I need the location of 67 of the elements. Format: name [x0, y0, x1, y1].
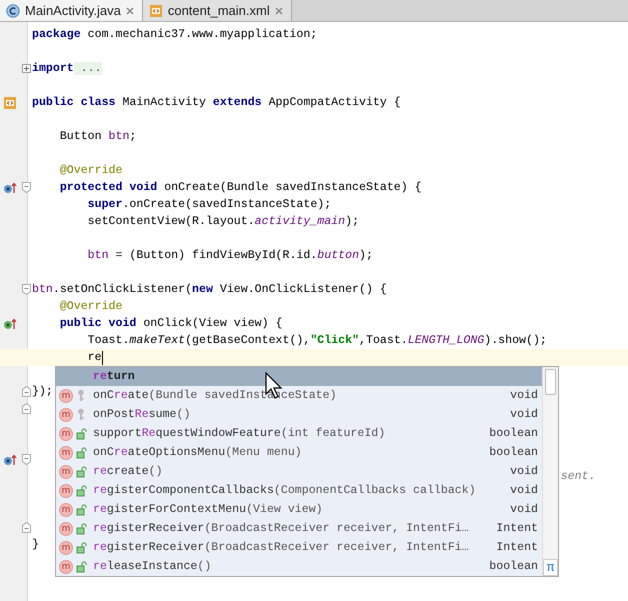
- code-line: Toast.makeText(getBaseContext(),"Click",Toast.LENGTH_LONG).show();: [88, 334, 547, 347]
- scrollbar-thumb[interactable]: [545, 369, 556, 395]
- code-line: });: [32, 385, 53, 398]
- layout-file-icon: [148, 4, 163, 18]
- expand-fold-icon[interactable]: [22, 64, 30, 73]
- method-icon: m: [59, 446, 73, 460]
- code-line: @Override: [60, 300, 122, 313]
- code-line: super.onCreate(savedInstanceState);: [88, 198, 332, 211]
- unlocked-padlock-icon: [76, 522, 87, 534]
- completion-item[interactable]: return: [56, 367, 542, 386]
- method-icon: m: [59, 408, 73, 422]
- code-line: Button btn;: [60, 130, 136, 143]
- completion-item[interactable]: m supportRequestWindowFeature(int featureId) boolean: [56, 424, 542, 443]
- override-method-icon[interactable]: [3, 454, 17, 466]
- code-line: package com.mechanic37.www.myapplication;: [32, 28, 318, 41]
- layout-file-icon[interactable]: [3, 96, 17, 110]
- key-icon: [76, 389, 86, 402]
- completion-item[interactable]: m registerReceiver(BroadcastReceiver receiver, IntentFi… Intent: [56, 519, 542, 538]
- unlocked-padlock-icon: [76, 466, 87, 478]
- method-icon: m: [59, 560, 73, 574]
- method-icon: m: [59, 426, 73, 440]
- method-icon: m: [59, 502, 73, 516]
- code-line: protected void onCreate(Bundle savedInstanceState) {: [60, 181, 422, 194]
- code-line: setContentView(R.layout.activity_main);: [88, 215, 360, 228]
- code-line: public class MainActivity extends AppCompatActivity {: [32, 96, 401, 109]
- unlocked-padlock-icon: [76, 484, 87, 496]
- code-line: }: [32, 538, 39, 551]
- code-line: public void onClick(View view) {: [60, 317, 282, 330]
- fold-end-icon[interactable]: [22, 386, 30, 397]
- method-icon: m: [59, 388, 73, 402]
- completion-item[interactable]: m recreate() void: [56, 462, 542, 481]
- completion-item[interactable]: m registerForContextMenu(View view) void: [56, 500, 542, 519]
- code-line: import ...: [32, 62, 102, 75]
- method-icon: m: [59, 522, 73, 536]
- override-method-icon[interactable]: [3, 182, 17, 194]
- pi-button[interactable]: π: [543, 559, 558, 576]
- key-icon: [76, 408, 86, 421]
- completion-item[interactable]: m onCreateOptionsMenu(Menu menu) boolean: [56, 443, 542, 462]
- method-icon: m: [59, 540, 73, 554]
- unlocked-padlock-icon: [76, 504, 87, 516]
- collapse-fold-icon[interactable]: [22, 284, 30, 295]
- code-line: btn = (Button) findViewById(R.id.button);: [88, 249, 373, 262]
- text-caret: [102, 350, 104, 364]
- unlocked-padlock-icon: [76, 542, 87, 554]
- editor-tab[interactable]: MainActivity.java: [0, 0, 143, 21]
- completion-item[interactable]: m registerComponentCallbacks(ComponentCallbacks callback) void: [56, 481, 542, 500]
- editor-tab[interactable]: content_main.xml: [142, 0, 292, 21]
- implement-method-icon[interactable]: [3, 318, 17, 330]
- completion-item[interactable]: m registerReceiver(BroadcastReceiver receiver, IntentFi… Intent: [56, 538, 542, 557]
- code-line: re: [88, 351, 102, 364]
- code-line: sent.: [560, 470, 596, 483]
- unlocked-padlock-icon: [76, 560, 87, 572]
- method-icon: m: [59, 464, 73, 478]
- method-icon: m: [59, 484, 73, 498]
- completion-item[interactable]: m onPostResume() void: [56, 405, 542, 424]
- close-icon[interactable]: [274, 6, 283, 14]
- code-line: @Override: [60, 164, 122, 177]
- completion-item[interactable]: m releaseInstance() boolean: [56, 557, 542, 576]
- close-icon[interactable]: [126, 6, 134, 14]
- unlocked-padlock-icon: [76, 428, 87, 440]
- unlocked-padlock-icon: [76, 446, 87, 458]
- fold-end-icon[interactable]: [22, 403, 30, 414]
- collapse-fold-icon[interactable]: [22, 454, 30, 465]
- collapse-fold-icon[interactable]: [22, 182, 30, 193]
- class-file-icon: [6, 4, 20, 18]
- code-line: btn.setOnClickListener(new View.OnClickListener() {: [32, 283, 387, 296]
- fold-end-icon[interactable]: [22, 522, 30, 533]
